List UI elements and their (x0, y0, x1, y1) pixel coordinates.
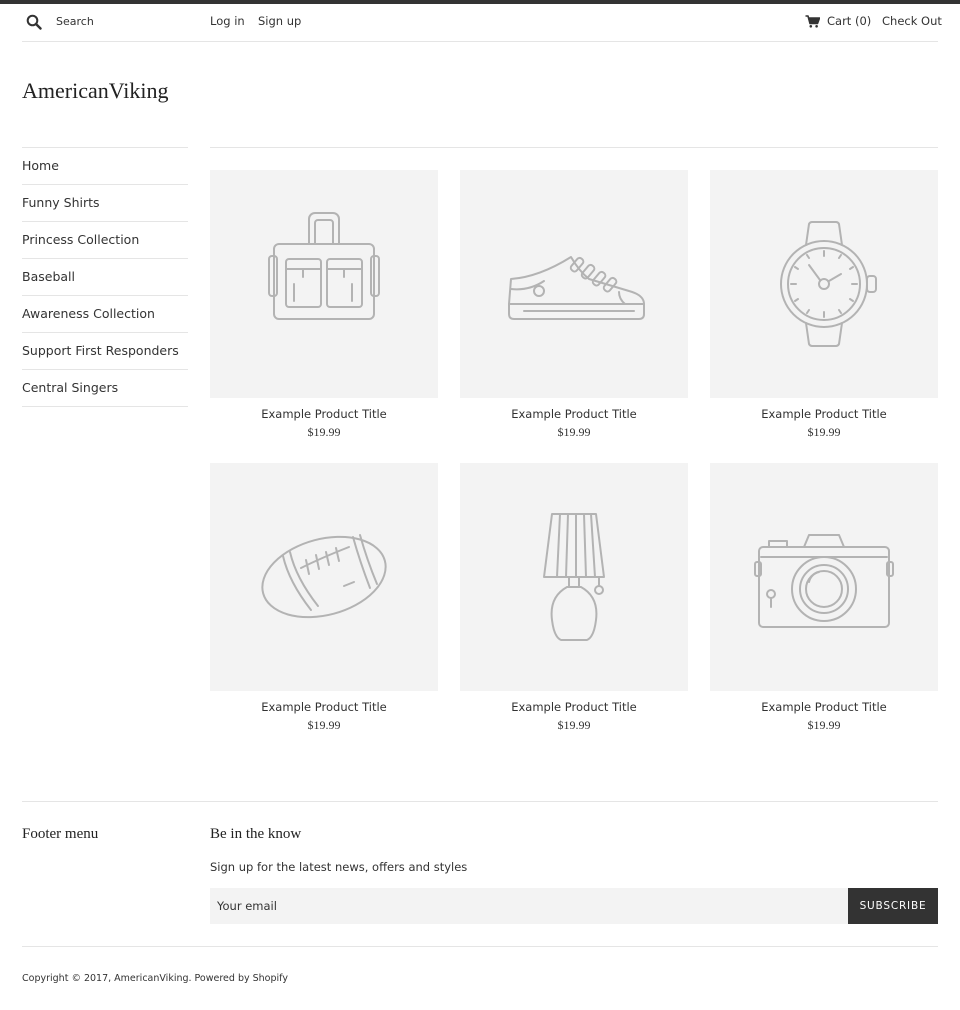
sidebar-item-central-singers[interactable]: Central Singers (22, 370, 188, 407)
subscribe-button[interactable]: SUBSCRIBE (848, 888, 938, 924)
cart-link[interactable]: Cart (0) (827, 14, 871, 28)
product-title[interactable]: Example Product Title (460, 407, 688, 421)
sidebar-item-funny-shirts[interactable]: Funny Shirts (22, 185, 188, 222)
product-price: $19.99 (307, 425, 341, 439)
checkout-link[interactable]: Check Out (882, 14, 942, 28)
product-card[interactable]: Example Product Title $19.99 (460, 463, 688, 733)
newsletter-text: Sign up for the latest news, offers and … (210, 860, 468, 874)
site-logo[interactable]: AmericanViking (22, 78, 169, 104)
product-price: $19.99 (557, 425, 591, 439)
login-link[interactable]: Log in (210, 14, 245, 28)
sidebar-item-support-first-responders[interactable]: Support First Responders (22, 333, 188, 370)
product-image[interactable] (710, 463, 938, 691)
product-card[interactable]: Example Product Title $19.99 (460, 170, 688, 440)
product-image[interactable] (460, 170, 688, 398)
camera-icon (754, 534, 894, 628)
bag-icon (268, 212, 380, 320)
sidebar-item-home[interactable]: Home (22, 148, 188, 185)
newsletter-heading: Be in the know (210, 826, 302, 842)
product-title[interactable]: Example Product Title (210, 407, 438, 421)
product-image[interactable] (210, 170, 438, 398)
sneaker-icon (508, 256, 645, 320)
product-price: $19.99 (807, 718, 841, 732)
product-image[interactable] (710, 170, 938, 398)
copyright-text: Copyright © 2017, AmericanViking. Powere… (22, 973, 288, 984)
content-divider (210, 147, 938, 148)
watch-icon (780, 221, 877, 347)
product-title[interactable]: Example Product Title (210, 700, 438, 714)
search-input[interactable] (56, 10, 206, 32)
cart-icon[interactable] (805, 15, 820, 28)
football-icon (261, 534, 387, 619)
search-icon[interactable] (26, 14, 42, 30)
product-price: $19.99 (557, 718, 591, 732)
footer-divider (22, 801, 938, 802)
sidebar-item-awareness-collection[interactable]: Awareness Collection (22, 296, 188, 333)
product-title[interactable]: Example Product Title (460, 700, 688, 714)
sidebar-nav: Home Funny Shirts Princess Collection Ba… (22, 147, 188, 407)
product-card[interactable]: Example Product Title $19.99 (710, 170, 938, 440)
product-title[interactable]: Example Product Title (710, 407, 938, 421)
lamp-icon (543, 513, 605, 641)
sidebar-item-princess-collection[interactable]: Princess Collection (22, 222, 188, 259)
product-price: $19.99 (807, 425, 841, 439)
site-header: Log in Sign up Cart (0) Check Out (22, 4, 942, 42)
footer-menu-heading: Footer menu (22, 826, 99, 842)
product-card[interactable]: Example Product Title $19.99 (210, 463, 438, 733)
email-field[interactable] (210, 888, 848, 924)
signup-link[interactable]: Sign up (258, 14, 301, 28)
product-title[interactable]: Example Product Title (710, 700, 938, 714)
sidebar-item-baseball[interactable]: Baseball (22, 259, 188, 296)
product-card[interactable]: Example Product Title $19.99 (710, 463, 938, 733)
product-image[interactable] (210, 463, 438, 691)
product-card[interactable]: Example Product Title $19.99 (210, 170, 438, 440)
product-price: $19.99 (307, 718, 341, 732)
product-image[interactable] (460, 463, 688, 691)
footer-bottom-divider (22, 946, 938, 947)
